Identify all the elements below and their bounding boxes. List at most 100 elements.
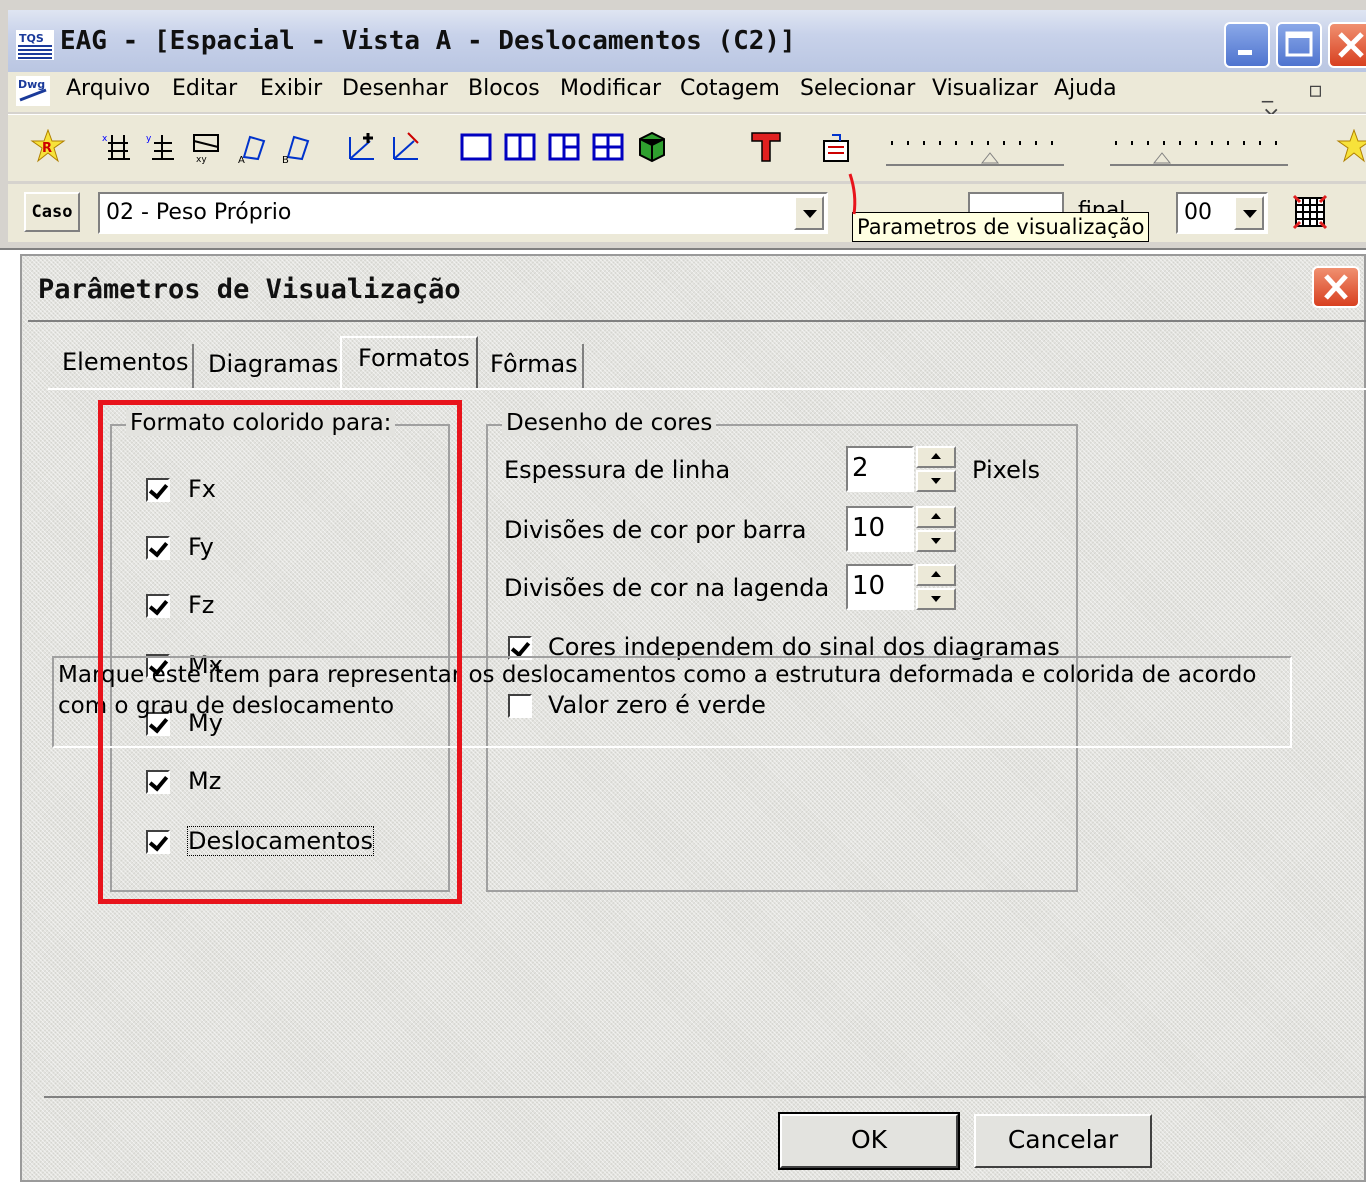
spin-up-icon[interactable] (916, 446, 956, 468)
formato-checkbox-fz[interactable] (146, 594, 170, 618)
tab-divider (582, 344, 584, 388)
menu-cotagem[interactable]: Cotagem (680, 76, 780, 101)
tqs-logo-icon: TQS (16, 30, 54, 60)
div-legenda-spinner[interactable]: 10 (846, 564, 958, 610)
app-title: EAG - [Espacial - Vista A - Deslocamento… (60, 26, 796, 56)
caso-button[interactable]: Caso (24, 192, 80, 232)
formato-checkbox-deslocamentos[interactable] (146, 830, 170, 854)
caso-combobox[interactable]: 02 - Peso Próprio (98, 192, 828, 234)
menu-exibir[interactable]: Exibir (260, 76, 322, 101)
render-3d-icon[interactable] (634, 129, 670, 165)
menu-arquivo[interactable]: Arquivo (66, 76, 150, 101)
formato-checkbox-fx[interactable] (146, 478, 170, 502)
svg-text:TQS: TQS (19, 32, 44, 45)
menu-selecionar[interactable]: Selecionar (800, 76, 915, 101)
spin-down-icon[interactable] (916, 530, 956, 552)
case-bar: Caso 02 - Peso Próprio final 00 (8, 184, 1366, 242)
div-barra-value[interactable]: 10 (846, 506, 914, 552)
espessura-spinner[interactable]: 2 (846, 446, 958, 492)
tab-formas[interactable]: Fôrmas (490, 350, 578, 378)
grid-icon[interactable] (1292, 194, 1328, 230)
axes-edit-icon[interactable] (388, 129, 424, 165)
redraw-r-icon-2[interactable] (1336, 129, 1366, 165)
menu-editar[interactable]: Editar (172, 76, 237, 101)
chevron-down-icon[interactable] (1234, 196, 1264, 230)
app-window: TQS EAG - [Espacial - Vista A - Deslocam… (0, 0, 1366, 250)
menu-bar: Dwg Arquivo Editar Exibir Desenhar Bloco… (8, 72, 1366, 112)
dialog-title: Parâmetros de Visualização (38, 274, 461, 305)
div-barra-spinner[interactable]: 10 (846, 506, 958, 552)
dwg-icon: Dwg (16, 76, 50, 106)
formato-label-deslocamentos[interactable]: Deslocamentos (187, 826, 374, 856)
cancel-button[interactable]: Cancelar (974, 1114, 1152, 1168)
formato-checkbox-fy[interactable] (146, 536, 170, 560)
minimize-icon (1238, 50, 1252, 55)
ok-button[interactable]: OK (778, 1112, 960, 1170)
view-b-icon[interactable]: B (280, 129, 316, 165)
formato-checkbox-mz[interactable] (146, 770, 170, 794)
zoom-slider-1[interactable] (882, 129, 1068, 173)
menu-modificar[interactable]: Modificar (560, 76, 661, 101)
zoom-slider-2[interactable] (1106, 129, 1292, 173)
view-a-icon[interactable]: A (236, 129, 272, 165)
redraw-r-icon[interactable]: R (30, 129, 66, 165)
layout-four-icon[interactable] (590, 129, 626, 165)
maximize-button[interactable] (1276, 22, 1322, 68)
final-value: 00 (1184, 200, 1212, 225)
close-icon (1338, 32, 1364, 58)
cores-legend: Desenho de cores (502, 410, 717, 436)
caso-value: 02 - Peso Próprio (106, 200, 292, 225)
tab-formatos[interactable]: Formatos (358, 344, 470, 372)
espessura-label: Espessura de linha (504, 456, 731, 484)
svg-text:y: y (146, 134, 152, 144)
formato-label-mz[interactable]: Mz (188, 767, 221, 795)
close-app-button[interactable] (1328, 22, 1366, 68)
svg-text:R: R (42, 141, 52, 156)
tab-elementos[interactable]: Elementos (62, 348, 189, 376)
menu-blocos[interactable]: Blocos (468, 76, 540, 101)
svg-text:xy: xy (196, 155, 207, 165)
chevron-down-icon[interactable] (794, 196, 824, 230)
tab-panel-border (48, 388, 1366, 390)
spin-up-icon[interactable] (916, 506, 956, 528)
div-barra-label: Divisões de cor por barra (504, 516, 807, 544)
frame-x-icon[interactable]: x (100, 129, 136, 165)
layout-single-icon[interactable] (458, 129, 494, 165)
div-legenda-value[interactable]: 10 (846, 564, 914, 610)
svg-text:x: x (102, 134, 108, 144)
app-titlebar: TQS EAG - [Espacial - Vista A - Deslocam… (8, 10, 1366, 72)
axes-add-icon[interactable] (344, 129, 380, 165)
spin-up-icon[interactable] (916, 564, 956, 586)
layout-vsplit-icon[interactable] (502, 129, 538, 165)
spin-down-icon[interactable] (916, 470, 956, 492)
view-params-icon[interactable] (818, 129, 854, 165)
espessura-value[interactable]: 2 (846, 446, 914, 492)
pointer-line (848, 173, 857, 215)
button-divider (44, 1096, 1366, 1098)
svg-text:Dwg: Dwg (18, 78, 45, 91)
menu-visualizar[interactable]: Visualizar (932, 76, 1038, 101)
espessura-unit: Pixels (972, 456, 1041, 484)
div-legenda-label: Divisões de cor na lagenda (504, 574, 830, 602)
formato-label-fz[interactable]: Fz (188, 591, 214, 619)
maximize-icon (1285, 31, 1313, 57)
svg-text:A: A (238, 155, 245, 165)
svg-text:B: B (282, 155, 289, 165)
close-icon (1324, 274, 1348, 300)
dialog-close-button[interactable] (1312, 266, 1360, 308)
tab-diagramas[interactable]: Diagramas (208, 350, 338, 378)
menu-ajuda[interactable]: Ajuda (1054, 76, 1117, 101)
spin-down-icon[interactable] (916, 588, 956, 610)
menu-desenhar[interactable]: Desenhar (342, 76, 448, 101)
minimize-button[interactable] (1224, 22, 1270, 68)
tooltip: Parametros de visualização (852, 212, 1150, 242)
formato-legend: Formato colorido para: (126, 410, 396, 436)
formato-label-fx[interactable]: Fx (188, 475, 216, 503)
frame-y-icon[interactable]: y (144, 129, 180, 165)
frame-xy-icon[interactable]: xy (188, 129, 224, 165)
layout-three-icon[interactable] (546, 129, 582, 165)
text-t-icon[interactable] (748, 129, 784, 165)
toolbar: R x y xy A B (8, 114, 1366, 181)
final-combobox[interactable]: 00 (1176, 192, 1268, 234)
formato-label-fy[interactable]: Fy (188, 533, 214, 561)
